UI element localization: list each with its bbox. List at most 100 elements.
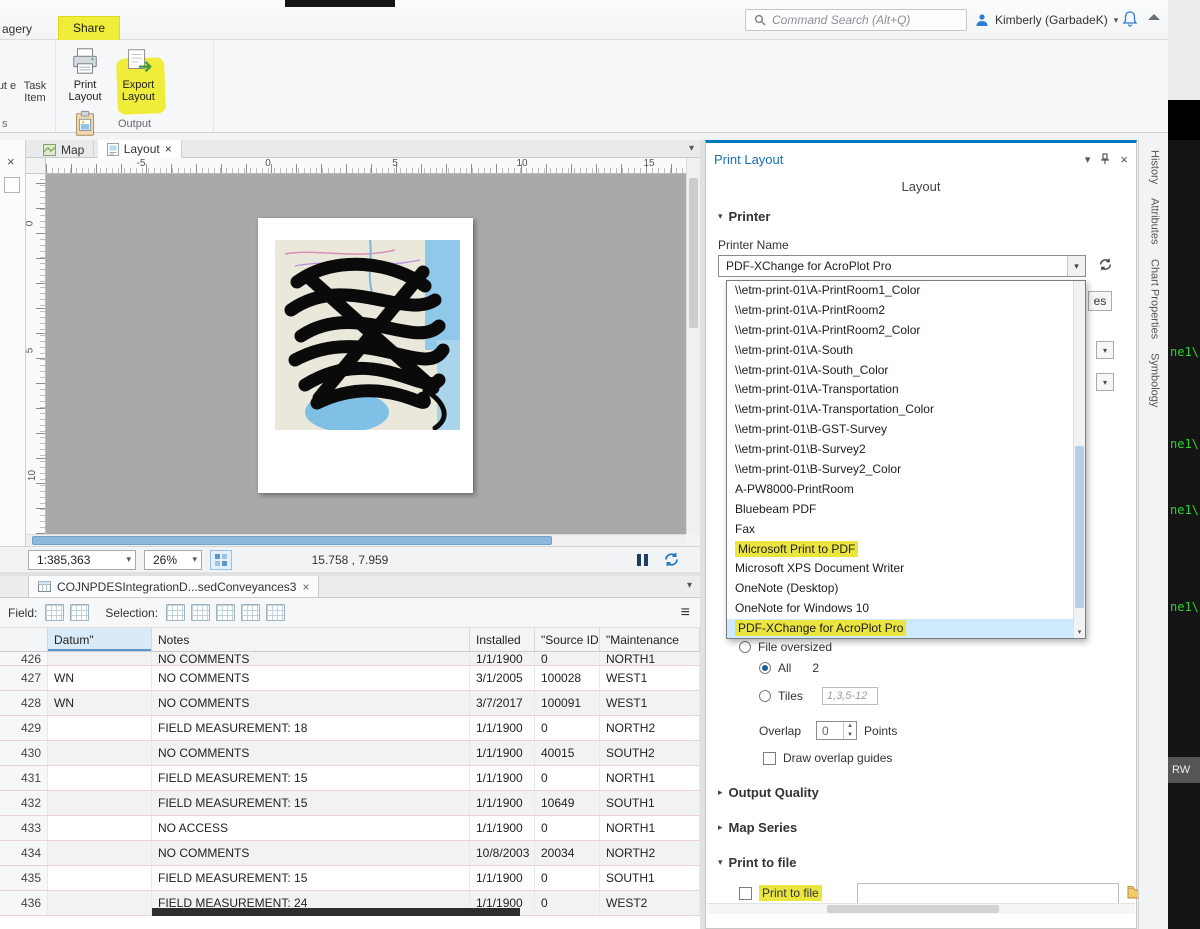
table-cell[interactable]: 20034	[535, 841, 600, 865]
table-cell[interactable]	[48, 766, 152, 790]
table-cell[interactable]: 1/1/1900	[470, 866, 535, 890]
view-tab-map[interactable]: Map	[34, 140, 95, 159]
layout-horizontal-scrollbar[interactable]	[26, 534, 686, 546]
printer-option[interactable]: A-PW8000-PrintRoom	[727, 480, 1085, 500]
table-cell[interactable]	[48, 652, 152, 665]
notifications-button[interactable]	[1122, 10, 1138, 28]
ribbon-tab-share[interactable]: Share	[58, 16, 121, 40]
printer-option[interactable]: \\etm-print-01\A-Transportation	[727, 380, 1085, 400]
table-tab-list-icon[interactable]: ▾	[687, 580, 692, 591]
column-header-notes[interactable]: Notes	[152, 628, 470, 651]
table-row[interactable]: 427 WN NO COMMENTS 3/1/2005 100028 WEST1	[0, 666, 700, 691]
table-cell[interactable]: 1/1/1900	[470, 741, 535, 765]
table-cell[interactable]	[48, 816, 152, 840]
calculate-field-icon[interactable]	[70, 604, 90, 621]
add-field-icon[interactable]	[45, 604, 65, 621]
table-cell[interactable]: NORTH1	[600, 816, 700, 840]
table-cell[interactable]: 435	[0, 866, 48, 890]
close-icon[interactable]: ×	[165, 142, 172, 156]
table-cell[interactable]: 428	[0, 691, 48, 715]
table-row[interactable]: 428 WN NO COMMENTS 3/7/2017 100091 WEST1	[0, 691, 700, 716]
output-file-input[interactable]	[857, 883, 1119, 904]
column-header-datum[interactable]: Datum"	[48, 628, 152, 651]
map-series-section-header[interactable]: ▸ Map Series	[718, 820, 797, 835]
close-icon[interactable]: ×	[1120, 152, 1128, 167]
dropdown-scrollbar[interactable]	[1073, 281, 1085, 625]
tab-symbology[interactable]: Symbology	[1147, 353, 1161, 407]
column-header-installed[interactable]: Installed	[470, 628, 535, 651]
table-cell[interactable]: 0	[535, 716, 600, 740]
select-by-attributes-icon[interactable]	[166, 604, 186, 621]
table-cell[interactable]: 0	[535, 866, 600, 890]
table-cell[interactable]: WEST1	[600, 691, 700, 715]
table-cell[interactable]: 100091	[535, 691, 600, 715]
table-cell[interactable]: FIELD MEASUREMENT: 18	[152, 716, 470, 740]
printer-option[interactable]: \\etm-print-01\A-Transportation_Color	[727, 400, 1085, 420]
printer-option[interactable]: Microsoft Print to PDF	[727, 540, 1085, 560]
table-cell[interactable]: 433	[0, 816, 48, 840]
table-row[interactable]: 426 NO COMMENTS 1/1/1900 0 NORTH1	[0, 652, 700, 666]
table-cell[interactable]: 432	[0, 791, 48, 815]
tab-history[interactable]: History	[1147, 150, 1161, 184]
table-tab[interactable]: COJNPDESIntegrationD...sedConveyances3 ×	[28, 576, 320, 598]
partial-button-task-item[interactable]: Task Item	[22, 80, 48, 104]
overlap-spinner[interactable]: 0 ▲ ▼	[816, 721, 858, 740]
printer-section-header[interactable]: ▾ Printer	[718, 209, 770, 224]
table-row[interactable]: 431 FIELD MEASUREMENT: 15 1/1/1900 0 NORTH1	[0, 766, 700, 791]
table-cell[interactable]: NO ACCESS	[152, 816, 470, 840]
table-cell[interactable]	[48, 891, 152, 915]
layout-vertical-scrollbar[interactable]	[686, 158, 700, 534]
printer-option[interactable]: \\etm-print-01\A-South_Color	[727, 361, 1085, 381]
table-cell[interactable]: FIELD MEASUREMENT: 15	[152, 766, 470, 790]
zoom-to-selection-icon[interactable]	[191, 604, 211, 621]
print-layout-button[interactable]: Print Layout	[62, 44, 108, 103]
table-cell[interactable]: 1/1/1900	[470, 716, 535, 740]
table-cell[interactable]: NORTH2	[600, 841, 700, 865]
table-cell[interactable]	[48, 866, 152, 890]
printer-option[interactable]: \\etm-print-01\A-PrintRoom2_Color	[727, 321, 1085, 341]
table-cell[interactable]	[48, 841, 152, 865]
minimize-ribbon-button[interactable]	[1148, 14, 1160, 20]
table-cell[interactable]: NO COMMENTS	[152, 666, 470, 690]
printer-option[interactable]: OneNote for Windows 10	[727, 599, 1085, 619]
draw-overlap-guides-checkbox[interactable]: Draw overlap guides	[763, 751, 892, 765]
table-cell[interactable]: 430	[0, 741, 48, 765]
table-cell[interactable]: 431	[0, 766, 48, 790]
printer-option[interactable]: Microsoft XPS Document Writer	[727, 559, 1085, 579]
table-cell[interactable]: 100028	[535, 666, 600, 690]
table-cell[interactable]: 3/1/2005	[470, 666, 535, 690]
table-cell[interactable]: 1/1/1900	[470, 652, 535, 665]
table-cell[interactable]: FIELD MEASUREMENT: 15	[152, 791, 470, 815]
combo-fragment[interactable]: ▾	[1096, 341, 1114, 359]
layout-page[interactable]	[258, 218, 473, 493]
table-cell[interactable]	[48, 716, 152, 740]
printer-option[interactable]: \\etm-print-01\A-PrintRoom2	[727, 301, 1085, 321]
table-cell[interactable]: 3/7/2017	[470, 691, 535, 715]
output-quality-section-header[interactable]: ▸ Output Quality	[718, 785, 819, 800]
partial-button-1[interactable]: ut e	[0, 80, 20, 92]
user-menu[interactable]: Kimberly (GarbadeK) ▾	[975, 9, 1118, 31]
print-to-file-checkbox[interactable]	[739, 886, 752, 900]
refresh-printers-button[interactable]	[1098, 257, 1113, 272]
table-cell[interactable]: NORTH2	[600, 716, 700, 740]
refresh-view-button[interactable]	[663, 551, 680, 568]
delete-selection-icon[interactable]	[266, 604, 286, 621]
table-cell[interactable]: 434	[0, 841, 48, 865]
table-cell[interactable]: 427	[0, 666, 48, 690]
table-cell[interactable]: NORTH1	[600, 652, 700, 665]
switch-selection-icon[interactable]	[216, 604, 236, 621]
table-cell[interactable]	[48, 791, 152, 815]
table-cell[interactable]: 1/1/1900	[470, 816, 535, 840]
table-cell[interactable]: 0	[535, 652, 600, 665]
table-cell[interactable]: NO COMMENTS	[152, 652, 470, 665]
ribbon-tab-imagery-partial[interactable]: agery	[0, 19, 38, 40]
pause-drawing-button[interactable]	[637, 553, 648, 566]
export-layout-button[interactable]: Export Layout	[115, 44, 161, 103]
table-cell[interactable]: NORTH1	[600, 766, 700, 790]
table-cell[interactable]: NO COMMENTS	[152, 841, 470, 865]
tiles-input[interactable]: 1,3,5-12	[821, 687, 878, 705]
table-row[interactable]: 435 FIELD MEASUREMENT: 15 1/1/1900 0 SOUTH1	[0, 866, 700, 891]
pane-horizontal-scrollbar[interactable]	[707, 903, 1135, 914]
table-row[interactable]: 432 FIELD MEASUREMENT: 15 1/1/1900 10649 SOU…	[0, 791, 700, 816]
table-cell[interactable]: 10649	[535, 791, 600, 815]
